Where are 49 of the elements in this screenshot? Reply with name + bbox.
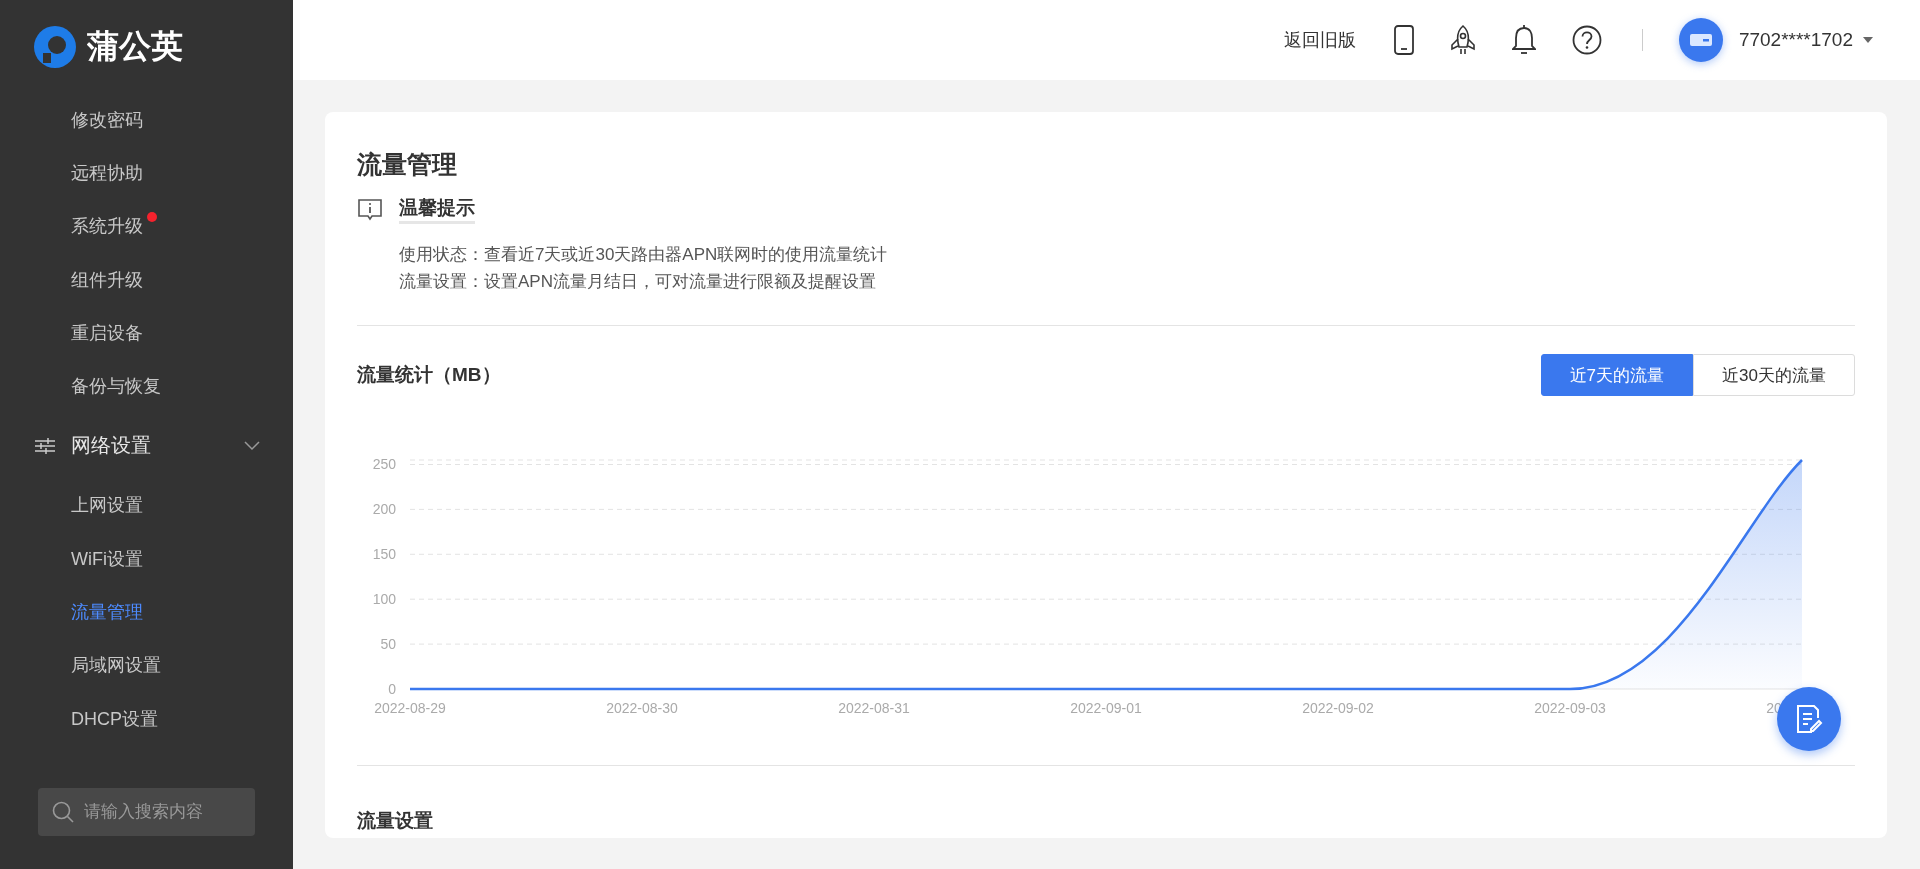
range-tab[interactable]: 近7天的流量 xyxy=(1540,354,1694,396)
section-title: 流量设置 xyxy=(357,809,434,833)
nav-item[interactable]: 系统升级 xyxy=(71,214,143,239)
chevron-icon xyxy=(244,440,260,451)
y-axis-label: 100 xyxy=(372,591,396,608)
bell-icon[interactable] xyxy=(1511,25,1536,55)
tip-title: 温馨提示 xyxy=(399,195,475,224)
caret-icon[interactable] xyxy=(1863,37,1873,43)
logo-text: 蒲公英 xyxy=(87,27,183,66)
nav-item[interactable]: 重启设备 xyxy=(71,320,143,345)
y-axis-label: 50 xyxy=(380,636,396,653)
tip-text: 流量设置：设置APN流量月结日，可对流量进行限额及提醒设置 xyxy=(398,271,877,293)
y-axis-label: 0 xyxy=(388,681,396,697)
help-icon[interactable] xyxy=(1571,25,1602,55)
phone-icon[interactable] xyxy=(1393,25,1414,55)
x-axis-label: 2022-09-02 xyxy=(1302,700,1374,716)
nav-item[interactable]: 上网设置 xyxy=(71,493,143,518)
nav-item[interactable]: DHCP设置 xyxy=(71,706,158,731)
y-axis-label: 200 xyxy=(372,501,396,518)
info-icon xyxy=(357,198,383,221)
search-field[interactable]: 请输入搜索内容 xyxy=(84,792,241,832)
range-tab[interactable]: 近30天的流量 xyxy=(1693,354,1855,396)
nav-item[interactable]: WiFi设置 xyxy=(71,546,143,571)
x-axis-label: 2022-08-29 xyxy=(374,700,446,716)
nav-item[interactable]: 远程协助 xyxy=(71,160,143,185)
user-name[interactable]: 7702****1702 xyxy=(1738,29,1853,51)
avatar-icon[interactable] xyxy=(1678,18,1723,62)
note-edit-icon xyxy=(1795,704,1823,734)
y-axis-label: 250 xyxy=(372,456,396,473)
rocket-icon[interactable] xyxy=(1449,25,1476,55)
x-axis-label: 2022-08-31 xyxy=(838,700,910,716)
x-axis-label: 2022-08-30 xyxy=(606,700,678,716)
tip-text: 使用状态：查看近7天或近30天路由器APN联网时的使用流量统计 xyxy=(398,244,889,266)
nav-item[interactable]: 备份与恢复 xyxy=(71,374,161,399)
nav-item[interactable]: 修改密码 xyxy=(71,107,143,132)
sliders-icon xyxy=(35,437,55,454)
back-link[interactable]: 返回旧版 xyxy=(1283,28,1356,52)
search-icon xyxy=(52,801,74,823)
search-box[interactable]: 请输入搜索内容 xyxy=(38,788,255,836)
x-axis-label: 2022-09-01 xyxy=(1070,700,1142,716)
nav-item[interactable]: 组件升级 xyxy=(71,267,143,292)
y-axis-label: 150 xyxy=(372,546,396,563)
logo-icon xyxy=(33,25,77,69)
nav-item[interactable]: 局域网设置 xyxy=(71,653,161,678)
x-axis-label: 2022-09-03 xyxy=(1534,700,1606,716)
page-title: 流量管理 xyxy=(357,149,458,180)
nav-group[interactable]: 网络设置 xyxy=(0,412,293,479)
nav-item[interactable]: 流量管理 xyxy=(71,600,143,624)
section-title: 流量统计（MB） xyxy=(357,363,501,387)
